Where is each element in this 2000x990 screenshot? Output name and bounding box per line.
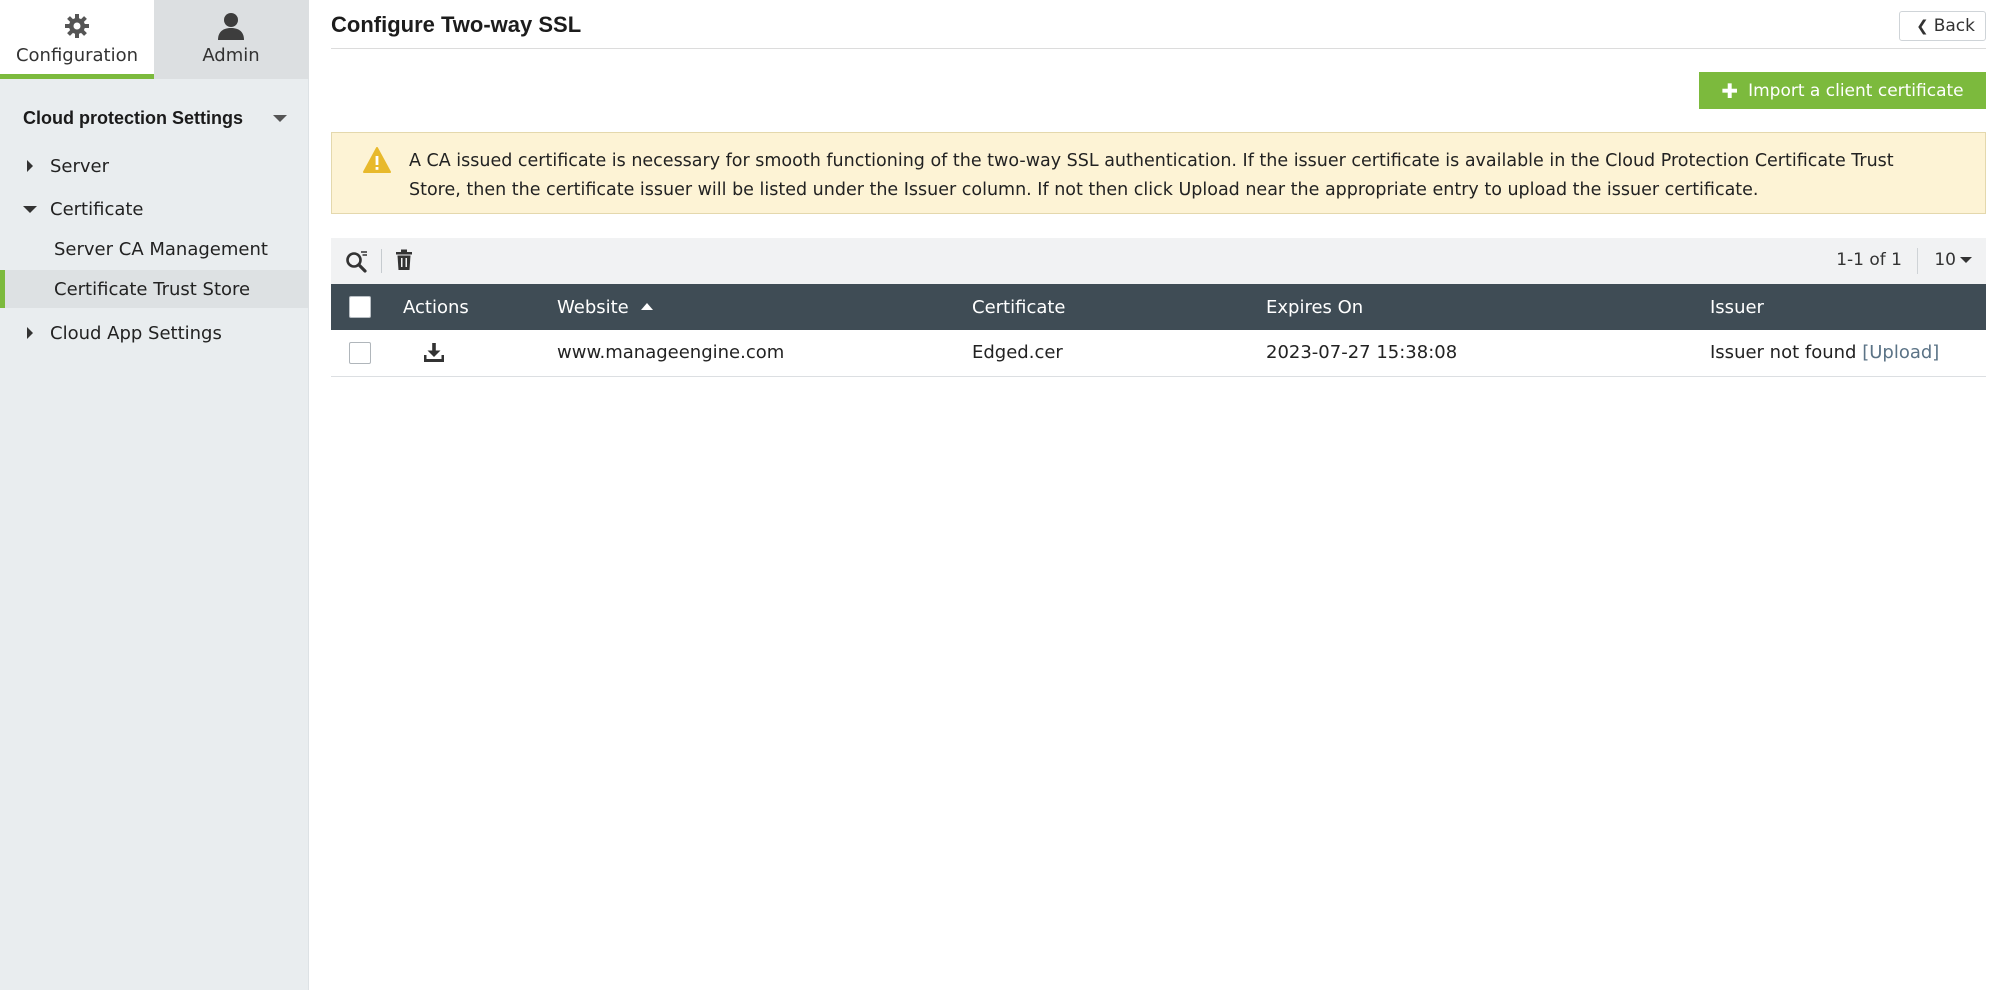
cell-website: www.manageengine.com	[557, 342, 785, 363]
upload-link[interactable]: [Upload]	[1862, 342, 1939, 363]
expand-arrow-icon	[22, 160, 38, 172]
column-header-actions: Actions	[403, 297, 469, 318]
cell-expires-on: 2023-07-27 15:38:08	[1266, 342, 1458, 363]
title-divider	[331, 48, 1986, 49]
collapse-arrow-icon	[22, 205, 38, 213]
pagination-info: 1-1 of 1	[1836, 250, 1902, 270]
cell-certificate: Edged.cer	[972, 342, 1063, 363]
sidebar-item-label: Server CA Management	[54, 238, 268, 260]
column-header-certificate[interactable]: Certificate	[972, 297, 1066, 318]
search-icon[interactable]	[345, 249, 369, 277]
top-tabs: Configuration Admin	[0, 0, 309, 79]
warning-icon	[363, 147, 391, 177]
alert-message: A CA issued certificate is necessary for…	[409, 151, 1894, 200]
cloud-protection-settings-header[interactable]: Cloud protection Settings	[23, 103, 295, 133]
issuer-status: Issuer not found	[1710, 342, 1857, 363]
sidebar-item-label: Certificate Trust Store	[54, 278, 251, 300]
toolbar-divider	[381, 249, 382, 273]
pager-divider	[1917, 248, 1918, 274]
back-button-label: Back	[1933, 16, 1975, 36]
sort-ascending-icon	[640, 302, 653, 310]
page-size-value: 10	[1934, 250, 1956, 270]
plus-icon: ✚	[1721, 78, 1739, 103]
trash-icon[interactable]	[395, 249, 413, 275]
tab-configuration[interactable]: Configuration	[0, 0, 154, 79]
chevron-left-icon: ❮	[1916, 17, 1929, 35]
column-header-expires-on[interactable]: Expires On	[1266, 297, 1363, 318]
info-alert: A CA issued certificate is necessary for…	[331, 132, 1986, 214]
column-header-issuer[interactable]: Issuer	[1710, 297, 1764, 318]
gear-icon	[62, 10, 92, 42]
tab-admin-label: Admin	[202, 45, 260, 66]
sidebar-item-certificate-trust-store[interactable]: Certificate Trust Store	[0, 270, 309, 308]
sidebar-item-label: Certificate	[50, 198, 144, 220]
chevron-down-icon	[1960, 257, 1972, 263]
back-button[interactable]: ❮ Back	[1899, 11, 1986, 41]
sidebar-item-label: Cloud App Settings	[50, 322, 222, 344]
import-button-label: Import a client certificate	[1748, 80, 1964, 101]
import-client-certificate-button[interactable]: ✚ Import a client certificate	[1699, 72, 1986, 109]
cell-issuer: Issuer not found [Upload]	[1710, 342, 1939, 363]
column-header-website[interactable]: Website	[557, 297, 653, 318]
tab-admin[interactable]: Admin	[154, 0, 308, 79]
sidebar-item-server-ca-management[interactable]: Server CA Management	[0, 230, 309, 268]
user-icon	[216, 10, 246, 42]
chevron-down-icon	[273, 114, 287, 122]
column-header-label: Website	[557, 297, 629, 318]
main-content: Configure Two-way SSL ❮ Back ✚ Import a …	[331, 0, 1986, 990]
sidebar-item-cloud-app-settings[interactable]: Cloud App Settings	[0, 314, 309, 352]
page-size-select[interactable]: 10	[1934, 250, 1972, 270]
sidebar-item-label: Server	[50, 155, 110, 177]
grid-toolbar: 1-1 of 1 10	[331, 238, 1986, 284]
expand-arrow-icon	[22, 327, 38, 339]
sidebar-section-title: Cloud protection Settings	[23, 107, 243, 128]
table-row: www.manageengine.com Edged.cer 2023-07-2…	[331, 330, 1986, 377]
sidebar-item-certificate[interactable]: Certificate	[0, 190, 309, 228]
sidebar-item-server[interactable]: Server	[0, 147, 309, 185]
select-all-checkbox[interactable]	[349, 296, 371, 318]
sidebar: Configuration Admin Cloud protection Set…	[0, 0, 309, 990]
page-title: Configure Two-way SSL	[331, 12, 582, 37]
table-header: Actions Website Certificate Expires On I…	[331, 284, 1986, 330]
tab-configuration-label: Configuration	[15, 45, 139, 66]
download-icon[interactable]	[423, 341, 445, 368]
row-checkbox[interactable]	[349, 342, 371, 364]
